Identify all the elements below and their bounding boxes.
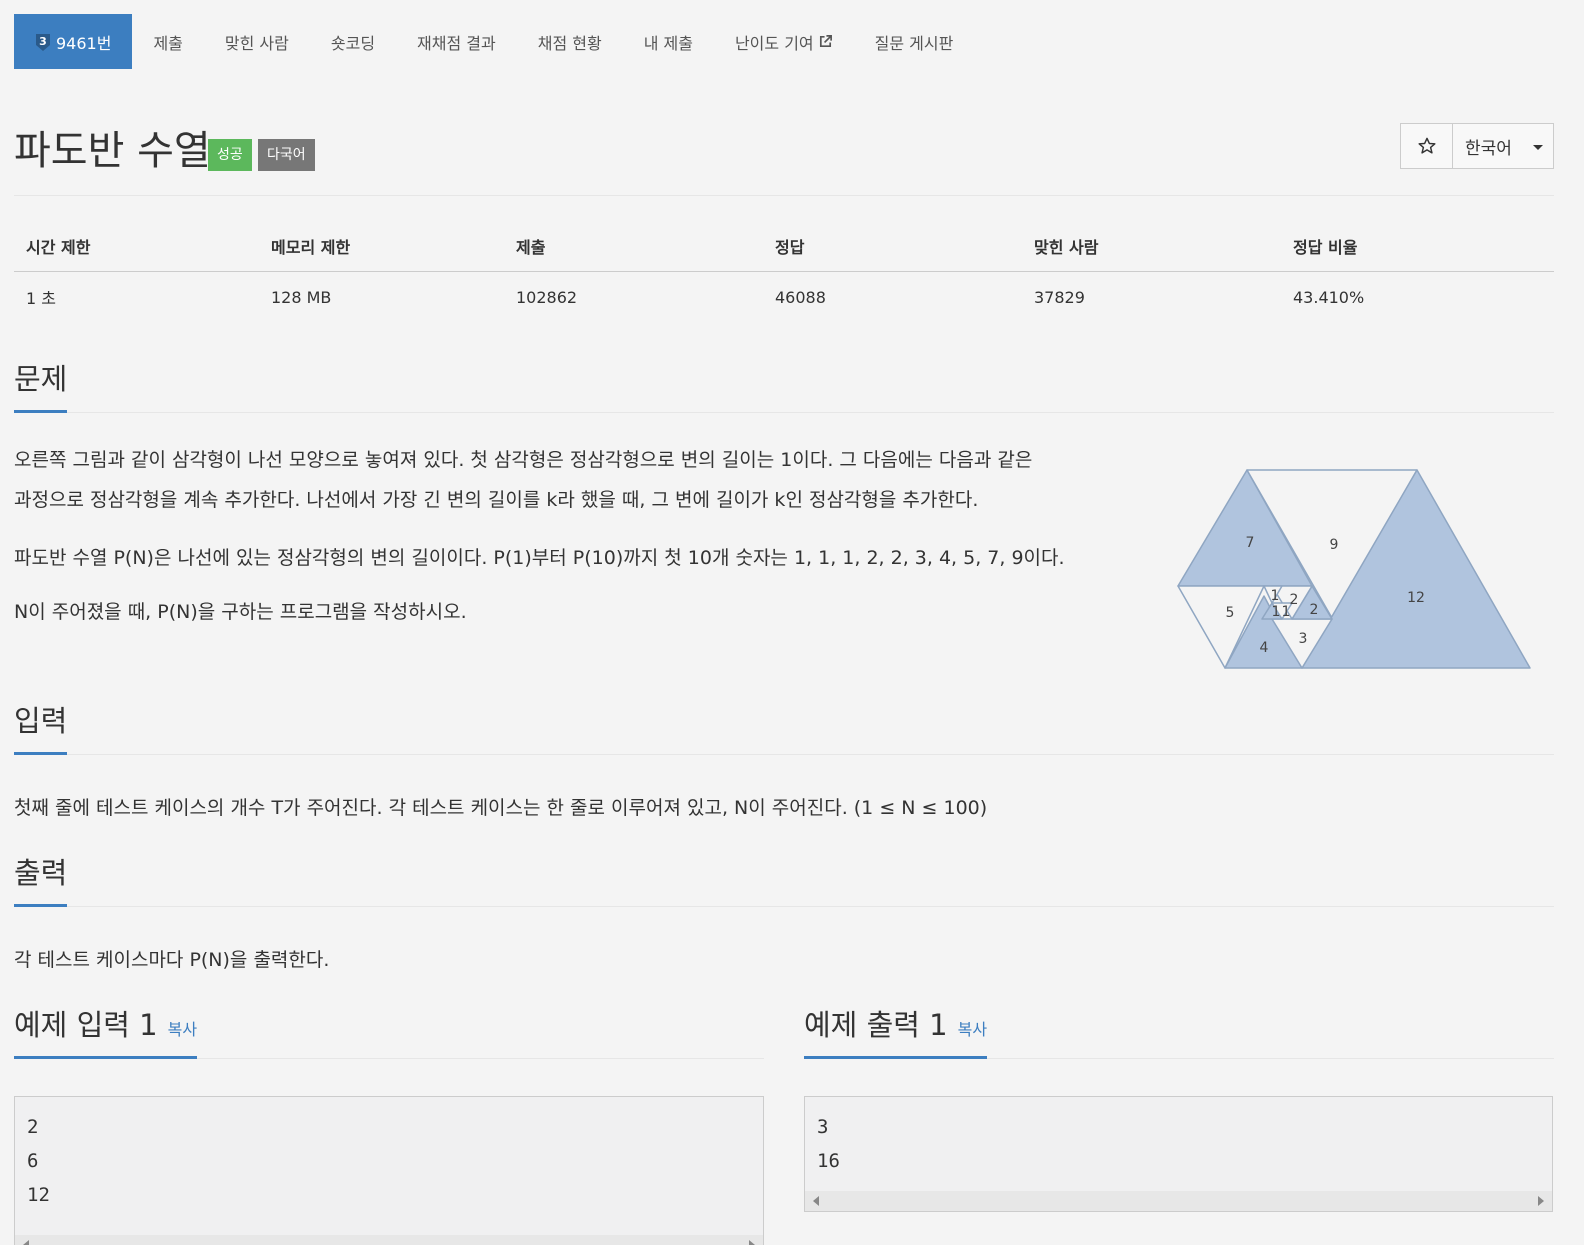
- copy-sample-input-button[interactable]: 복사: [168, 1020, 197, 1039]
- sample-input-header: 예제 입력 1 복사: [14, 1002, 764, 1059]
- sample-input-box: 2 6 12: [14, 1096, 764, 1245]
- problem-description-p1-line2: 과정으로 정삼각형을 계속 추가한다. 나선에서 가장 긴 변의 길이를 k라 …: [14, 489, 979, 511]
- problem-description-p2: 파도반 수열 P(N)은 나선에 있는 정삼각형의 변의 길이이다. P(1)부…: [14, 547, 1065, 569]
- figure-label: 9: [1330, 537, 1339, 553]
- info-accepted: 46088: [775, 287, 826, 307]
- status-badge-multilang: 다국어: [258, 139, 315, 171]
- star-icon: [1417, 137, 1436, 154]
- tab-rejudge-results[interactable]: 재채점 결과: [396, 14, 517, 69]
- sample-output-header: 예제 출력 1 복사: [804, 1002, 1554, 1059]
- sample-output-content: 3 16: [817, 1116, 840, 1172]
- language-dropdown[interactable]: 한국어: [1453, 124, 1553, 168]
- tier-badge-icon: 3: [34, 32, 52, 52]
- info-header-row: 시간 제한 메모리 제한 제출 정답 맞힌 사람 정답 비율: [14, 222, 1554, 272]
- problem-section-title: 문제: [14, 356, 68, 413]
- chevron-down-icon: [1533, 145, 1543, 150]
- tab-difficulty-label: 난이도 기여: [734, 33, 814, 53]
- scroll-right-icon[interactable]: [749, 1240, 755, 1245]
- scroll-left-icon[interactable]: [23, 1240, 29, 1245]
- figure-label: 2: [1290, 592, 1299, 608]
- tab-difficulty-contribution[interactable]: 난이도 기여: [714, 14, 854, 69]
- scroll-left-icon[interactable]: [813, 1196, 819, 1206]
- info-header-ratio: 정답 비율: [1281, 222, 1554, 272]
- tab-judge-status[interactable]: 채점 현황: [517, 14, 623, 69]
- figure-label: 1: [1282, 604, 1291, 620]
- page-title: 파도반 수열: [14, 128, 211, 174]
- sample-input-title-text: 예제 입력 1: [14, 1008, 158, 1042]
- tab-question-board[interactable]: 질문 게시판: [854, 14, 975, 69]
- sample-output-title: 예제 출력 1 복사: [804, 1002, 988, 1059]
- problem-description-p3: N이 주어졌을 때, P(N)을 구하는 프로그램을 작성하시오.: [14, 601, 467, 623]
- info-solvers: 37829: [1034, 287, 1085, 307]
- input-section-title: 입력: [14, 698, 68, 755]
- sample-input-scrollbar[interactable]: [15, 1235, 763, 1245]
- figure-label: 5: [1226, 605, 1235, 621]
- tab-short-coding[interactable]: 숏코딩: [310, 14, 396, 69]
- problem-nav: 3 9461번 제출 맞힌 사람 숏코딩 재채점 결과 채점 현황 내 제출 난…: [14, 14, 974, 69]
- info-header-accepted: 정답: [763, 222, 1022, 272]
- figure-label: 4: [1260, 640, 1269, 656]
- input-section-header: 입력: [14, 698, 1554, 755]
- tab-accepted-users[interactable]: 맞힌 사람: [204, 14, 310, 69]
- sample-input-title: 예제 입력 1 복사: [14, 1002, 198, 1059]
- external-link-icon: [819, 35, 832, 48]
- language-dropdown-label: 한국어: [1465, 138, 1512, 159]
- info-time-limit: 1 초: [26, 289, 56, 308]
- figure-label: 3: [1299, 631, 1308, 647]
- info-ratio: 43.410%: [1293, 287, 1365, 307]
- problem-description-p1: 오른쪽 그림과 같이 삼각형이 나선 모양으로 놓여져 있다. 첫 삼각형은 정…: [14, 440, 1154, 520]
- tab-problem[interactable]: 3 9461번: [14, 14, 133, 69]
- status-badge-success: 성공: [208, 139, 252, 171]
- info-value-row: 1 초 128 MB 102862 46088 37829 43.410%: [14, 272, 1554, 323]
- sample-output-scrollbar[interactable]: [805, 1191, 1552, 1211]
- info-header-submissions: 제출: [504, 222, 763, 272]
- output-section-header: 출력: [14, 850, 1554, 907]
- figure-label: 2: [1310, 602, 1319, 618]
- figure-label: 1: [1272, 604, 1281, 620]
- problem-section-header: 문제: [14, 356, 1554, 413]
- problem-info-table: 시간 제한 메모리 제한 제출 정답 맞힌 사람 정답 비율 1 초 128 M…: [14, 222, 1554, 322]
- sample-output-box: 3 16: [804, 1096, 1553, 1212]
- sample-output-title-text: 예제 출력 1: [804, 1008, 948, 1042]
- scroll-right-icon[interactable]: [1538, 1196, 1544, 1206]
- info-memory-limit: 128 MB: [271, 287, 332, 307]
- info-header-solvers: 맞힌 사람: [1022, 222, 1281, 272]
- tier-number: 3: [39, 35, 47, 48]
- copy-sample-output-button[interactable]: 복사: [958, 1020, 987, 1039]
- sample-input-content: 2 6 12: [27, 1116, 50, 1206]
- problem-description-p1-line1: 오른쪽 그림과 같이 삼각형이 나선 모양으로 놓여져 있다. 첫 삼각형은 정…: [14, 449, 1033, 471]
- tab-my-submissions[interactable]: 내 제출: [623, 14, 714, 69]
- info-header-time-limit: 시간 제한: [14, 222, 259, 272]
- info-header-memory-limit: 메모리 제한: [259, 222, 504, 272]
- figure-label: 7: [1246, 535, 1255, 551]
- title-row: 파도반 수열 성공 다국어 한국어: [14, 118, 1554, 196]
- padovan-spiral-image: 7 9 12 5 1 2 1 1 2 3 4: [1177, 469, 1531, 669]
- figure-label: 1: [1271, 588, 1280, 604]
- info-submissions: 102862: [516, 287, 578, 307]
- title-actions: 한국어: [1400, 123, 1554, 169]
- favorite-button[interactable]: [1401, 124, 1453, 168]
- tab-submit[interactable]: 제출: [132, 14, 203, 69]
- input-description: 첫째 줄에 테스트 케이스의 개수 T가 주어진다. 각 테스트 케이스는 한 …: [14, 797, 988, 819]
- tab-problem-label: 9461번: [56, 33, 112, 53]
- figure-label: 12: [1407, 590, 1425, 606]
- output-description: 각 테스트 케이스마다 P(N)을 출력한다.: [14, 949, 330, 971]
- output-section-title: 출력: [14, 850, 68, 907]
